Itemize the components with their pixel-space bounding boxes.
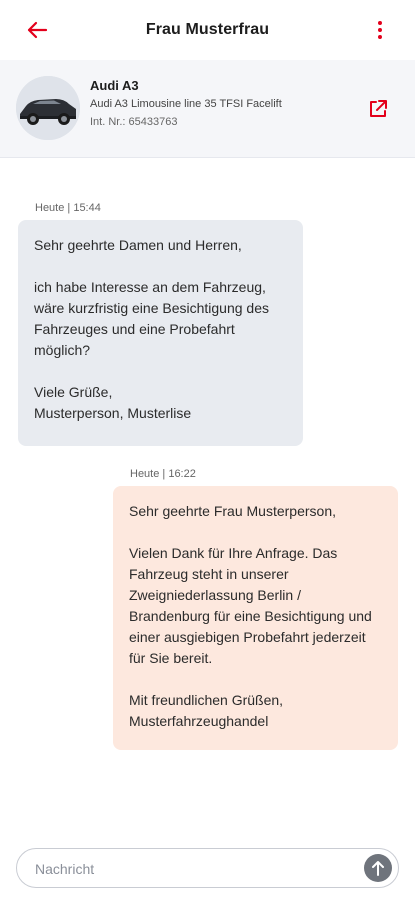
page-title: Frau Musterfrau (145, 21, 270, 38)
more-vertical-icon (378, 21, 382, 25)
vehicle-name: Audi A3 (90, 78, 139, 93)
message-timestamp: Heute | 15:44 (35, 202, 101, 214)
message-composer (16, 848, 399, 888)
incoming-message-bubble: Sehr geehrte Damen und Herren, ich habe … (18, 220, 303, 446)
vehicle-info: Audi A3 Audi A3 Limousine line 35 TFSI F… (90, 78, 282, 128)
send-button[interactable] (364, 854, 392, 882)
back-button[interactable] (24, 18, 50, 42)
vehicle-card[interactable]: Audi A3 Audi A3 Limousine line 35 TFSI F… (0, 60, 415, 158)
arrow-up-icon (372, 861, 384, 876)
app-bar: Frau Musterfrau (0, 0, 415, 60)
vehicle-internal-number: Int. Nr.: 65433763 (90, 116, 178, 128)
more-menu-button[interactable] (373, 18, 387, 42)
car-image (16, 76, 80, 140)
message-timestamp: Heute | 16:22 (130, 468, 196, 480)
external-link-icon (370, 100, 387, 117)
vehicle-model: Audi A3 Limousine line 35 TFSI Facelift (90, 98, 282, 110)
open-vehicle-button[interactable] (367, 98, 389, 120)
outgoing-message-bubble: Sehr geehrte Frau Musterperson, Vielen D… (113, 486, 398, 750)
arrow-left-icon (27, 21, 48, 39)
message-input[interactable] (33, 857, 357, 881)
vehicle-thumbnail (16, 76, 80, 140)
